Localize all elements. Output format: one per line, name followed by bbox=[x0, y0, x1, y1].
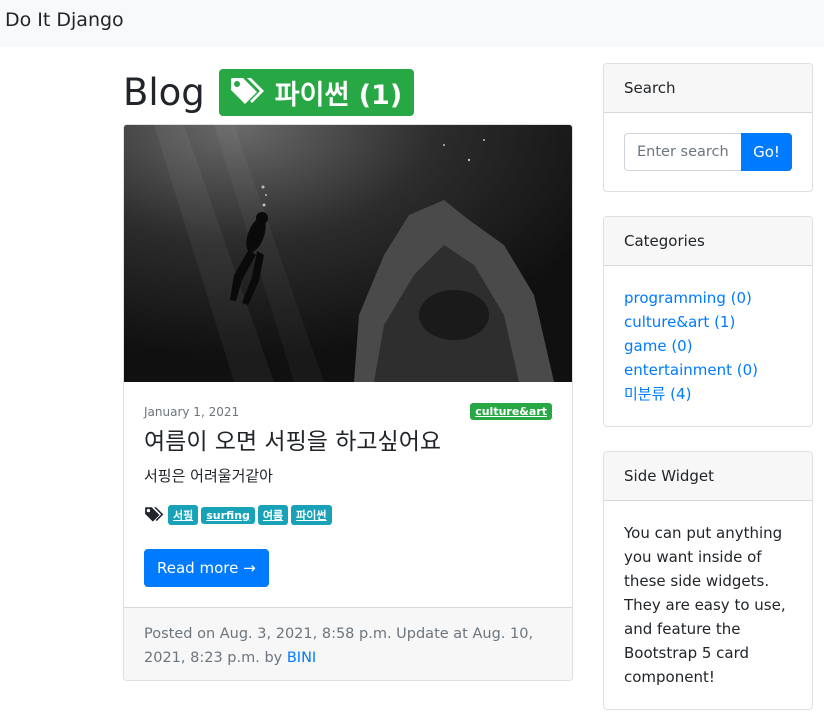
page-title: Blog bbox=[123, 70, 205, 114]
read-more-button[interactable]: Read more → bbox=[144, 549, 269, 587]
tag-pill[interactable]: 파이썬 bbox=[291, 505, 332, 525]
tag-pill[interactable]: 여름 bbox=[257, 505, 289, 525]
tag-filter-label: 파이썬 (1) bbox=[274, 79, 403, 111]
category-link[interactable]: entertainment (0) bbox=[624, 361, 758, 379]
author-link[interactable]: BINI bbox=[287, 650, 316, 666]
tags-icon bbox=[145, 507, 164, 522]
categories-widget: Categories programming (0) culture&art (… bbox=[603, 216, 813, 427]
search-widget-title: Search bbox=[604, 64, 812, 113]
search-button[interactable]: Go! bbox=[741, 133, 792, 171]
navbar: Do It Django bbox=[0, 0, 824, 47]
post-card: January 1, 2021 culture&art 여름이 오면 서핑을 하… bbox=[123, 124, 573, 681]
tag-row: 서핑 surfing 여름 파이썬 bbox=[144, 505, 332, 525]
post-meta: Posted on Aug. 3, 2021, 8:58 p.m. Update… bbox=[144, 626, 534, 666]
category-link[interactable]: culture&art (1) bbox=[624, 313, 735, 331]
categories-widget-title: Categories bbox=[604, 217, 812, 266]
category-link[interactable]: programming (0) bbox=[624, 289, 752, 307]
post-footer: Posted on Aug. 3, 2021, 8:58 p.m. Update… bbox=[124, 607, 572, 680]
tag-pill[interactable]: 서핑 bbox=[168, 505, 199, 525]
tag-pill[interactable]: surfing bbox=[201, 506, 255, 524]
post-image bbox=[124, 125, 572, 382]
side-widget-text: You can put anything you want inside of … bbox=[624, 524, 786, 686]
post-summary: 서핑은 어려울거같아 bbox=[144, 467, 273, 485]
category-list: programming (0) culture&art (1) game (0)… bbox=[624, 286, 792, 406]
category-link[interactable]: 미분류 (4) bbox=[624, 385, 691, 403]
category-link[interactable]: game (0) bbox=[624, 337, 693, 355]
category-badge[interactable]: culture&art bbox=[470, 403, 552, 420]
tags-icon bbox=[230, 78, 264, 104]
search-input[interactable] bbox=[624, 133, 741, 171]
post-date: January 1, 2021 bbox=[144, 405, 240, 419]
side-widget: Side Widget You can put anything you wan… bbox=[603, 451, 813, 710]
brand-link[interactable]: Do It Django bbox=[5, 9, 124, 31]
post-title: 여름이 오면 서핑을 하고싶어요 bbox=[144, 429, 442, 455]
tag-filter-badge: 파이썬 (1) bbox=[218, 68, 415, 116]
page-heading: Blog 파이썬 (1) bbox=[123, 68, 415, 116]
search-group: Go! bbox=[624, 133, 792, 171]
side-widget-title: Side Widget bbox=[604, 452, 812, 501]
search-widget: Search Go! bbox=[603, 63, 813, 192]
